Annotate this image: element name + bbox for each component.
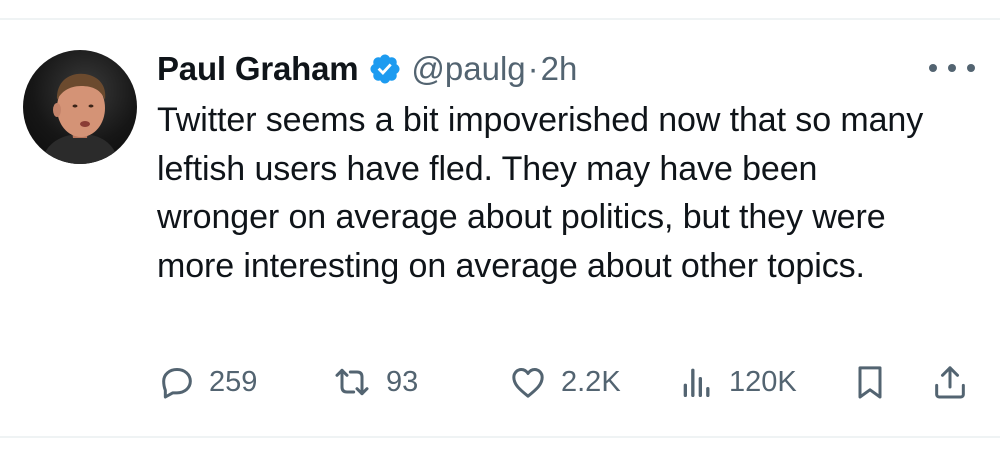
separator-dot: · [527, 50, 539, 87]
repost-count: 93 [386, 365, 419, 398]
verified-badge-icon [368, 52, 402, 86]
bar-chart-icon [677, 362, 717, 402]
timestamp[interactable]: 2h [541, 50, 578, 88]
avatar[interactable] [23, 50, 137, 164]
tweet-header: Paul Graham @paulg · 2h [157, 44, 577, 94]
bookmark-icon [850, 362, 890, 402]
repost-button[interactable]: 93 [330, 360, 418, 404]
views-count: 120K [729, 365, 797, 398]
share-button[interactable] [930, 360, 970, 404]
tweet-text: Twitter seems a bit impoverished now tha… [157, 101, 924, 285]
author-name[interactable]: Paul Graham [157, 50, 359, 88]
bookmark-button[interactable] [850, 360, 890, 404]
heart-icon [507, 362, 549, 402]
repost-icon [330, 362, 374, 402]
bottom-divider [0, 436, 1000, 438]
reply-icon [157, 362, 197, 402]
share-icon [930, 362, 970, 402]
action-bar: 259 93 2.2K 120K [157, 360, 977, 404]
author-handle[interactable]: @paulg [411, 50, 525, 88]
more-options-icon[interactable] [929, 58, 975, 78]
reply-button[interactable]: 259 [157, 360, 257, 404]
like-count: 2.2K [561, 365, 621, 398]
reply-count: 259 [209, 365, 258, 398]
views-button[interactable]: 120K [677, 360, 797, 404]
like-button[interactable]: 2.2K [507, 360, 621, 404]
top-divider [0, 18, 1000, 20]
